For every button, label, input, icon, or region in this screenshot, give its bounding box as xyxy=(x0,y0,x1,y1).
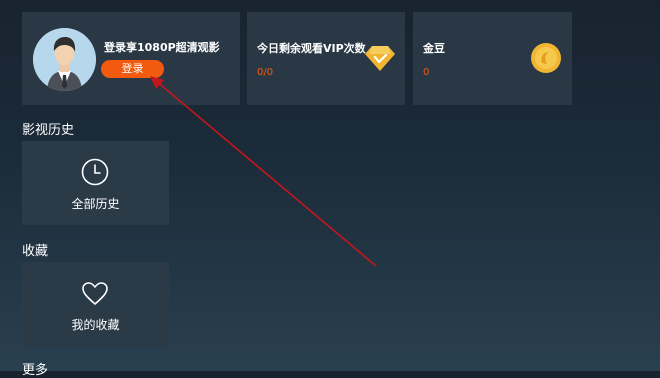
login-title: 登录享1080P超清观影 xyxy=(104,41,220,54)
more-section-title: 更多 xyxy=(22,363,49,378)
history-section-title: 影视历史 xyxy=(22,123,75,138)
all-history-label: 全部历史 xyxy=(71,197,120,211)
vip-count-title: 今日剩余观看VIP次数 xyxy=(257,42,366,55)
all-history-tile[interactable]: 全部历史 xyxy=(22,141,169,225)
vip-count-card[interactable]: 今日剩余观看VIP次数 0/0 xyxy=(247,12,405,105)
heart-icon xyxy=(82,282,108,305)
avatar xyxy=(33,28,96,91)
login-card[interactable]: 登录享1080P超清观影 登录 xyxy=(22,12,240,105)
gold-bean-value: 0 xyxy=(423,67,430,78)
gold-bean-title: 金豆 xyxy=(423,42,445,55)
my-favorites-tile[interactable]: 我的收藏 xyxy=(22,262,169,346)
login-button[interactable]: 登录 xyxy=(101,60,164,78)
vip-count-value: 0/0 xyxy=(257,67,274,78)
gold-bean-card[interactable]: 金豆 0 xyxy=(413,12,572,105)
clock-icon xyxy=(81,158,109,186)
coin-icon xyxy=(531,43,561,73)
my-favorites-label: 我的收藏 xyxy=(71,318,120,332)
diamond-icon xyxy=(365,46,395,71)
favorites-section-title: 收藏 xyxy=(22,244,49,259)
